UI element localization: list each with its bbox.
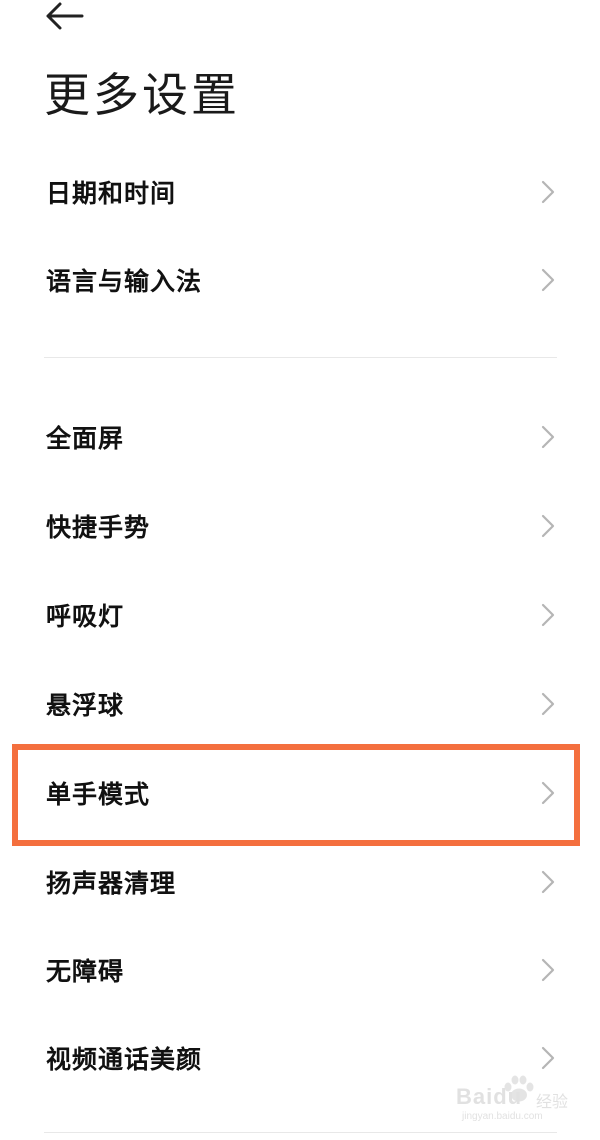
settings-item-notification-light[interactable]: 呼吸灯: [0, 571, 600, 659]
watermark-url: jingyan.baidu.com: [462, 1111, 543, 1122]
chevron-right-icon: [541, 870, 555, 894]
settings-item-date-time[interactable]: 日期和时间: [0, 148, 600, 236]
chevron-right-icon: [541, 180, 555, 204]
chevron-right-icon: [541, 781, 555, 805]
chevron-right-icon: [541, 425, 555, 449]
settings-item-label: 语言与输入法: [46, 267, 203, 296]
chevron-right-icon: [541, 1046, 555, 1070]
watermark-brand: Baidu: [456, 1084, 523, 1109]
chevron-right-icon: [541, 268, 555, 292]
settings-item-label: 呼吸灯: [46, 602, 125, 631]
settings-item-speaker-cleanup[interactable]: 扬声器清理: [0, 838, 600, 926]
watermark-sub: 经验: [536, 1092, 569, 1111]
chevron-right-icon: [541, 514, 555, 538]
settings-item-full-screen[interactable]: 全面屏: [0, 393, 600, 481]
settings-item-accessibility[interactable]: 无障碍: [0, 926, 600, 1014]
chevron-right-icon: [541, 603, 555, 627]
settings-item-label: 单手模式: [46, 780, 151, 809]
settings-item-label: 视频通话美颜: [46, 1045, 203, 1074]
chevron-right-icon: [541, 958, 555, 982]
section-divider: [44, 357, 557, 358]
page-title: 更多设置: [44, 68, 240, 122]
bottom-divider: [44, 1132, 557, 1133]
settings-item-label: 扬声器清理: [46, 869, 177, 898]
settings-item-one-handed-mode[interactable]: 单手模式: [0, 749, 600, 837]
chevron-right-icon: [541, 692, 555, 716]
arrow-left-icon: [46, 2, 84, 30]
settings-item-label: 日期和时间: [46, 179, 177, 208]
settings-item-language-input[interactable]: 语言与输入法: [0, 236, 600, 324]
settings-item-label: 悬浮球: [46, 691, 125, 720]
settings-item-floating-ball[interactable]: 悬浮球: [0, 660, 600, 748]
settings-item-label: 全面屏: [46, 424, 125, 453]
watermark: Baidu 经验 jingyan.baidu.com: [454, 1074, 578, 1126]
settings-item-label: 无障碍: [46, 957, 125, 986]
settings-item-gestures[interactable]: 快捷手势: [0, 482, 600, 570]
settings-item-label: 快捷手势: [46, 513, 151, 542]
back-button[interactable]: [42, 0, 86, 32]
